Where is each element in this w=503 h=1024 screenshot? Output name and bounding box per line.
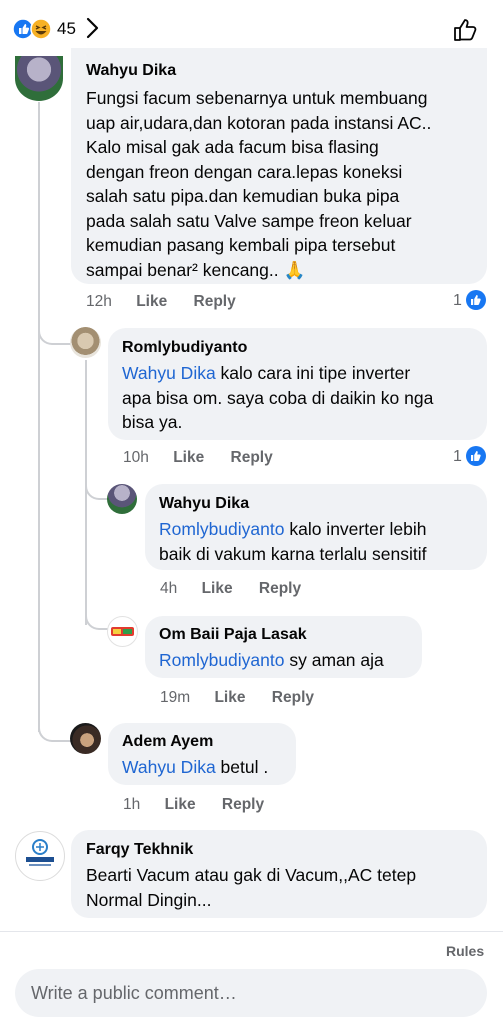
comment-line: Bearti Vacum atau gak di Vacum,,AC tetep xyxy=(86,865,417,885)
like-button[interactable]: Like xyxy=(214,689,245,706)
comment-line: pada salah satu Valve sampe freon keluar xyxy=(86,210,412,231)
comment-time: 19m xyxy=(160,689,191,706)
mention-link[interactable]: Wahyu Dika xyxy=(122,757,216,777)
comment-actions: 19m Like Reply xyxy=(160,689,314,707)
comment-line: Fungsi facum sebenarnya untuk membuang xyxy=(86,88,428,108)
rules-link[interactable]: Rules xyxy=(446,943,484,959)
reactions-summary[interactable] xyxy=(12,18,56,40)
mention-link[interactable]: Wahyu Dika xyxy=(122,363,216,383)
reply-button[interactable]: Reply xyxy=(194,293,236,310)
avatar[interactable] xyxy=(107,484,137,514)
comment-line: baik di vakum karna terlalu sensitif xyxy=(159,543,427,564)
comment-bubble: Wahyu Dika Romlybudiyanto kalo inverter … xyxy=(145,484,487,570)
comment-text: Romlybudiyanto kalo inverter lebih baik … xyxy=(159,517,484,566)
comment-time: 10h xyxy=(123,449,149,466)
comment-actions: 12h Like Reply xyxy=(86,293,236,311)
avatar[interactable] xyxy=(15,56,63,101)
comment-text: Romlybudiyanto sy aman aja xyxy=(159,648,419,673)
comment-bubble: Romlybudiyanto Wahyu Dika kalo cara ini … xyxy=(108,328,487,440)
avatar[interactable] xyxy=(70,723,101,754)
comment-line: kalo inverter lebih xyxy=(284,519,427,539)
mention-link[interactable]: Romlybudiyanto xyxy=(159,519,284,539)
comment-actions: 10h Like Reply xyxy=(123,449,273,467)
like-button[interactable]: Like xyxy=(173,449,204,466)
reaction-count[interactable]: 45 xyxy=(57,19,76,39)
comment-text: Fungsi facum sebenarnya untuk membuang u… xyxy=(86,86,481,282)
avatar[interactable] xyxy=(107,616,138,647)
thread-connector xyxy=(85,600,108,630)
comment-line: apa bisa om. saya coba di daikin ko nga xyxy=(122,387,434,408)
haha-reaction-icon xyxy=(30,18,52,40)
comment-bubble: Wahyu Dika Fungsi facum sebenarnya untuk… xyxy=(71,48,487,284)
thread-connector xyxy=(38,315,72,345)
like-count: 1 xyxy=(453,448,462,465)
comment-bubble: Adem Ayem Wahyu Dika betul . xyxy=(108,723,296,785)
like-button[interactable]: Like xyxy=(136,293,167,310)
like-badge-icon xyxy=(466,290,486,310)
comment-line: kemudian pasang kembali pipa tersebut xyxy=(86,235,396,255)
comment-line: sampai benar² kencang.. 🙏 xyxy=(86,259,306,280)
like-count: 1 xyxy=(453,292,462,309)
comment-line: Kalo misal gak ada facum bisa flasing xyxy=(86,137,379,157)
comment-author[interactable]: Farqy Tekhnik xyxy=(86,841,193,859)
reply-button[interactable]: Reply xyxy=(231,449,273,466)
thread-line xyxy=(38,102,40,732)
comment-composer[interactable] xyxy=(15,969,487,1017)
mention-link[interactable]: Romlybudiyanto xyxy=(159,650,284,670)
reply-button[interactable]: Reply xyxy=(272,689,314,706)
comment-time: 4h xyxy=(160,580,178,597)
comment-text: Bearti Vacum atau gak di Vacum,,AC tetep… xyxy=(86,863,481,912)
reply-button[interactable]: Reply xyxy=(222,796,264,813)
comment-author[interactable]: Romlybudiyanto xyxy=(122,339,247,357)
like-reaction-icon xyxy=(12,18,34,40)
comment-actions: 1h Like Reply xyxy=(123,796,264,814)
chevron-right-icon[interactable] xyxy=(84,16,100,40)
like-button[interactable]: Like xyxy=(165,796,196,813)
comment-line: uap air,udara,dan kotoran pada instansi … xyxy=(86,112,432,133)
thread-connector xyxy=(85,470,108,500)
footer-divider xyxy=(0,931,503,932)
comment-text: Wahyu Dika betul . xyxy=(122,755,292,780)
comment-input[interactable] xyxy=(15,969,471,1017)
comment-text: Wahyu Dika kalo cara ini tipe inverter a… xyxy=(122,361,482,435)
comment-line: dengan freon dengan cara.lepas koneksi xyxy=(86,161,403,182)
comment-line: salah satu pipa.dan kemudian buka pipa xyxy=(86,186,400,206)
avatar[interactable] xyxy=(15,831,65,881)
like-button[interactable]: Like xyxy=(202,580,233,597)
comment-line: bisa ya. xyxy=(122,412,183,432)
thumbs-up-icon[interactable] xyxy=(452,16,480,44)
thread-connector xyxy=(38,700,72,742)
comment-bubble: Farqy Tekhnik Bearti Vacum atau gak di V… xyxy=(71,830,487,918)
comment-line: sy aman aja xyxy=(284,650,384,670)
comment-author[interactable]: Wahyu Dika xyxy=(86,62,176,80)
comment-line: betul . xyxy=(215,757,269,777)
comment-actions: 4h Like Reply xyxy=(160,580,301,598)
reply-button[interactable]: Reply xyxy=(259,580,301,597)
comment-bubble: Om Baii Paja Lasak Romlybudiyanto sy ama… xyxy=(145,616,422,678)
avatar[interactable] xyxy=(70,327,101,358)
comment-author[interactable]: Adem Ayem xyxy=(122,733,213,751)
comment-line: kalo cara ini tipe inverter xyxy=(215,363,411,383)
comment-time: 12h xyxy=(86,293,112,310)
like-badge-icon xyxy=(466,446,486,466)
comment-line: Normal Dingin... xyxy=(86,889,212,910)
comment-author[interactable]: Om Baii Paja Lasak xyxy=(159,626,307,644)
comment-author[interactable]: Wahyu Dika xyxy=(159,495,249,513)
comment-time: 1h xyxy=(123,796,141,813)
